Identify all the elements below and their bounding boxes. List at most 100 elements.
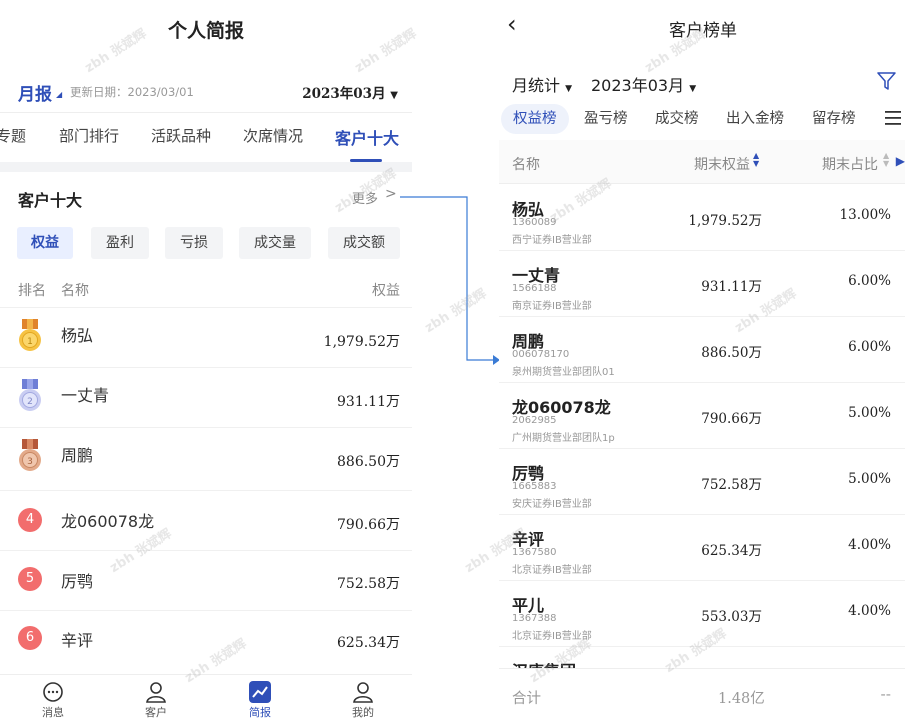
customer-id: 1367388 — [512, 613, 557, 624]
customer-id: 2062985 — [512, 415, 557, 426]
customer-name: 厉鹗 — [61, 572, 94, 591]
tab-active-products[interactable]: 活跃品种 — [151, 125, 211, 146]
month-select-label: 2023年03月 — [302, 86, 386, 102]
tab-trade-ranking[interactable]: 成交榜 — [643, 104, 711, 134]
rank-badge: 4 — [18, 508, 42, 532]
month-select-label: 2023年03月 — [591, 76, 685, 95]
list-item[interactable]: 2 一丈青 931.11万 — [0, 367, 412, 427]
scroll-right-icon[interactable]: ▶ — [896, 154, 905, 168]
customer-name: 龙060078龙 — [61, 512, 155, 531]
filter-icon[interactable] — [877, 72, 896, 90]
nav-label: 简报 — [249, 706, 271, 719]
nav-label: 消息 — [42, 706, 64, 719]
end-equity: 553.03万 — [701, 609, 762, 625]
table-row[interactable]: 龙060078龙 2062985 广州期货营业部团队1p 790.66万 5.0… — [499, 383, 905, 449]
svg-text:2: 2 — [27, 397, 33, 407]
header-end-equity[interactable]: 期末权益 — [694, 154, 750, 174]
table-row[interactable]: 杨弘 1360089 西宁证券IB营业部 1,979.52万 13.00% — [499, 185, 905, 251]
nav-messages[interactable]: 消息 — [23, 681, 83, 719]
table-row[interactable]: 周鹏 006078170 泉州期货营业部团队01 886.50万 6.00% — [499, 317, 905, 383]
section-separator — [0, 162, 412, 172]
end-equity: 886.50万 — [701, 345, 762, 361]
end-ratio: 6.00% — [848, 273, 891, 289]
metric-chips: 权益 盈利 亏损 成交量 成交额 — [17, 227, 407, 259]
chevron-right-icon[interactable]: > — [385, 186, 397, 202]
tab-equity-ranking[interactable]: 权益榜 — [501, 104, 569, 134]
table-row[interactable]: 厉鹗 1665883 安庆证券IB营业部 752.58万 5.00% — [499, 449, 905, 515]
back-icon[interactable]: ‹ — [507, 10, 517, 38]
period-tab-monthly[interactable]: 月报 — [18, 80, 52, 105]
table-row[interactable]: 辛评 1367580 北京证券IB营业部 625.34万 4.00% — [499, 515, 905, 581]
customer-equity: 790.66万 — [337, 517, 400, 533]
header-end-ratio[interactable]: 期末占比 — [822, 154, 878, 174]
end-equity: 625.34万 — [701, 543, 762, 559]
end-ratio: 6.00% — [848, 339, 891, 355]
chip-loss[interactable]: 亏损 — [165, 227, 223, 259]
list-item[interactable]: 4 龙060078龙 790.66万 — [0, 490, 412, 550]
sort-desc-icon[interactable]: ▲ ▼ — [753, 152, 759, 168]
rank-badge: 6 — [18, 626, 42, 650]
customer-dept: 安庆证券IB营业部 — [512, 499, 592, 510]
bottom-nav: 消息 客户 简报 我的 — [0, 674, 412, 719]
menu-icon[interactable] — [885, 111, 901, 125]
customer-dept: 北京证券IB营业部 — [512, 631, 592, 642]
stat-row: 月统计 ▼ 2023年03月 ▼ — [512, 72, 902, 96]
customer-id: 1367580 — [512, 547, 557, 558]
profile-icon — [353, 682, 373, 703]
sort-icon[interactable]: ▲ ▼ — [883, 152, 889, 168]
customer-equity: 931.11万 — [337, 394, 400, 410]
list-item[interactable]: 6 辛评 625.34万 — [0, 610, 412, 670]
chevron-down-icon: ▼ — [565, 84, 573, 94]
stat-period-label: 月统计 — [512, 76, 561, 95]
header-name: 名称 — [61, 283, 89, 299]
tab-seat-status[interactable]: 次席情况 — [243, 125, 303, 146]
header-equity: 权益 — [372, 283, 400, 299]
customer-id: 1360089 — [512, 217, 557, 228]
bronze-medal-icon: 3 — [19, 439, 41, 471]
customer-icon — [146, 682, 166, 703]
customer-equity: 752.58万 — [337, 576, 400, 592]
customer-equity: 886.50万 — [337, 454, 400, 470]
tab-cashflow-ranking[interactable]: 出入金榜 — [714, 104, 796, 134]
tab-retention-ranking[interactable]: 留存榜 — [800, 104, 868, 134]
list-item[interactable]: 3 周鹏 886.50万 — [0, 427, 412, 487]
customer-ranking-screen: ‹ 客户榜单 月统计 ▼ 2023年03月 ▼ 权益榜 盈亏榜 成交榜 出入金榜… — [499, 0, 905, 719]
more-link[interactable]: 更多 — [352, 188, 378, 207]
chevron-down-icon: ▼ — [689, 84, 697, 94]
end-equity: 752.58万 — [701, 477, 762, 493]
total-footer: 合计 1.48亿 -- — [499, 668, 905, 719]
table-row[interactable]: 平儿 1367388 北京证券IB营业部 553.03万 4.00% — [499, 581, 905, 647]
table-row[interactable]: 一丈青 1566188 南京证券IB营业部 931.11万 6.00% — [499, 251, 905, 317]
chip-turnover[interactable]: 成交额 — [328, 227, 400, 259]
nav-profile[interactable]: 我的 — [333, 681, 393, 719]
customer-id: 1566188 — [512, 283, 557, 294]
page-title: 客户榜单 — [669, 21, 737, 41]
chip-profit[interactable]: 盈利 — [91, 227, 149, 259]
list-item[interactable]: 5 厉鹗 752.58万 — [0, 550, 412, 610]
month-select[interactable]: 2023年03月 ▼ — [591, 72, 696, 96]
nav-report[interactable]: 简报 — [230, 681, 290, 719]
customer-equity: 1,979.52万 — [323, 334, 400, 350]
tab-pnl-ranking[interactable]: 盈亏榜 — [572, 104, 640, 134]
tab-topic[interactable]: 专题 — [0, 125, 26, 146]
chip-volume[interactable]: 成交量 — [239, 227, 311, 259]
ranking-tabs: 权益榜 盈亏榜 成交榜 出入金榜 留存榜 — [501, 104, 905, 134]
chip-equity[interactable]: 权益 — [17, 227, 73, 259]
divider — [0, 112, 412, 113]
card-title: 客户十大 — [18, 191, 83, 210]
nav-customers[interactable]: 客户 — [126, 681, 186, 719]
stat-period-select[interactable]: 月统计 ▼ — [512, 72, 572, 96]
list-item[interactable]: 1 杨弘 1,979.52万 — [0, 307, 412, 367]
end-ratio: 13.00% — [839, 207, 891, 223]
customer-id: 006078170 — [512, 349, 570, 360]
chevron-down-icon: ▼ — [390, 90, 398, 101]
silver-medal-icon: 2 — [19, 379, 41, 411]
month-select[interactable]: 2023年03月 ▼ — [302, 82, 398, 102]
period-caret-icon: ◢ — [56, 90, 63, 99]
customer-dept: 西宁证券IB营业部 — [512, 235, 592, 246]
table-header: 名称 期末权益 ▲ ▼ 期末占比 ▲ ▼ ▶ — [499, 140, 905, 184]
customer-name: 一丈青 — [61, 386, 110, 405]
tab-top-ten-customers[interactable]: 客户十大 — [335, 125, 399, 149]
end-equity: 1,979.52万 — [688, 213, 762, 229]
tab-dept-ranking[interactable]: 部门排行 — [59, 125, 119, 146]
